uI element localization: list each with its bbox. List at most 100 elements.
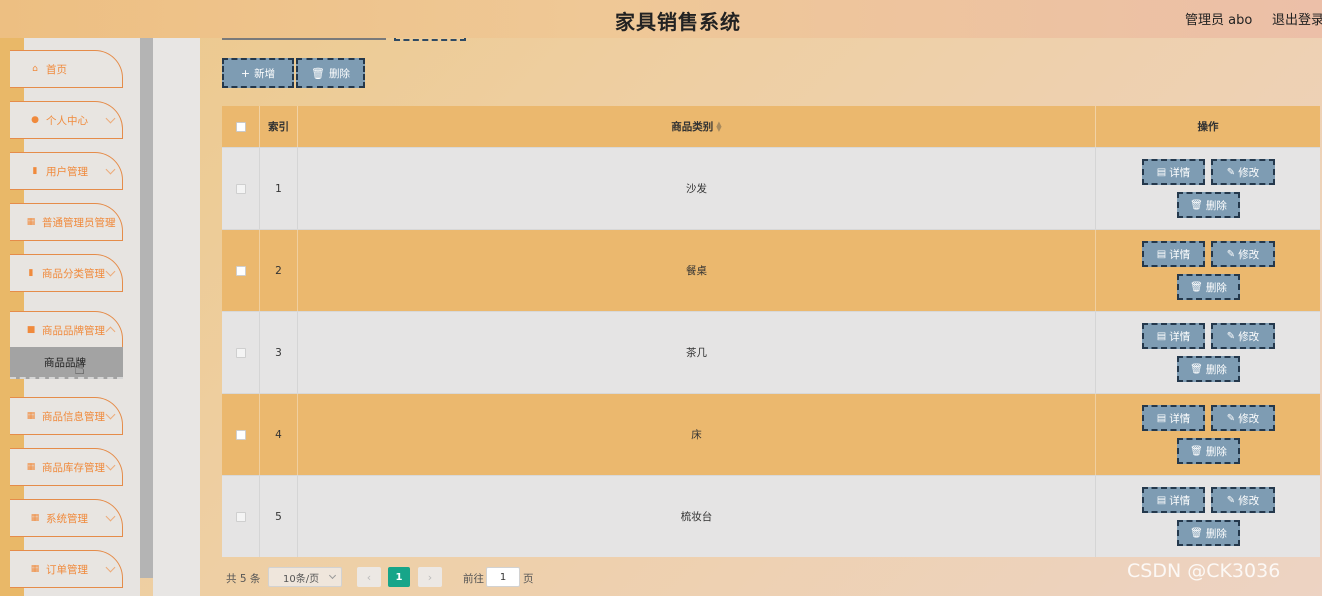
sidebar-item-category-management[interactable]: ▮ 商品分类管理 [10, 254, 123, 292]
select-all-cell [222, 106, 260, 147]
bulk-delete-button[interactable]: 🗑 删除 [296, 58, 365, 88]
row-actions: ▤ 详情 ✎ 修改 🗑 删除 [1096, 394, 1320, 475]
table-row: 2 餐桌 ▤ 详情 ✎ 修改 🗑 删除 [222, 229, 1320, 311]
pagination-total: 共 5 条 [226, 573, 261, 585]
sidebar-item-label: 系统管理 [46, 512, 88, 525]
sidebar-item-inventory[interactable]: ▦ 商品库存管理 [10, 448, 123, 486]
chevron-down-icon [105, 562, 116, 573]
grid-icon: ▦ [30, 564, 40, 574]
pencil-icon: ✎ [1226, 166, 1236, 178]
sidebar-subitem-brand[interactable]: 商品品牌 [10, 347, 123, 379]
current-user-label: 管理员 abo [1185, 13, 1253, 28]
detail-button[interactable]: ▤ 详情 [1142, 159, 1205, 185]
prev-page-button[interactable]: ‹ [357, 567, 381, 587]
detail-button-label: 详情 [1169, 248, 1191, 261]
row-actions: ▤ 详情 ✎ 修改 🗑 删除 [1096, 148, 1320, 229]
sidebar-item-orders[interactable]: ▦ 订单管理 [10, 550, 123, 588]
row-category: 床 [298, 394, 1096, 475]
row-checkbox[interactable] [235, 183, 246, 194]
edit-button-label: 修改 [1238, 248, 1260, 261]
table-row: 1 沙发 ▤ 详情 ✎ 修改 🗑 删除 [222, 147, 1320, 229]
row-checkbox[interactable] [235, 429, 246, 440]
search-button[interactable] [394, 38, 466, 41]
row-actions: ▤ 详情 ✎ 修改 🗑 删除 [1096, 312, 1320, 393]
grid-icon: ▦ [26, 411, 36, 421]
chevron-down-icon [105, 409, 116, 420]
delete-button[interactable]: 🗑 删除 [1177, 274, 1240, 300]
edit-button[interactable]: ✎ 修改 [1211, 241, 1275, 267]
delete-button[interactable]: 🗑 删除 [1177, 438, 1240, 464]
clipboard-icon: ▮ [28, 268, 34, 278]
document-icon: ▤ [1156, 166, 1167, 178]
edit-button-label: 修改 [1238, 412, 1260, 425]
select-all-checkbox[interactable] [235, 121, 246, 132]
delete-button[interactable]: 🗑 删除 [1177, 356, 1240, 382]
detail-button-label: 详情 [1169, 166, 1191, 179]
page-number-button[interactable]: 1 [388, 567, 410, 587]
row-checkbox[interactable] [235, 265, 246, 276]
bulk-delete-label: 删除 [328, 67, 350, 80]
row-category: 沙发 [298, 148, 1096, 229]
trash-icon: 🗑 [1190, 363, 1203, 375]
row-select-cell [222, 476, 260, 557]
hand-cursor-icon: ☝ [74, 358, 85, 379]
detail-button[interactable]: ▤ 详情 [1142, 241, 1205, 267]
chevron-down-icon [105, 164, 116, 175]
trash-icon: 🗑 [1190, 281, 1203, 293]
pencil-icon: ✎ [1226, 412, 1236, 424]
add-button-label: 新增 [254, 67, 276, 80]
add-button[interactable]: + 新增 [222, 58, 294, 88]
edit-button[interactable]: ✎ 修改 [1211, 405, 1275, 431]
goto-page-input[interactable] [486, 567, 520, 587]
row-select-cell [222, 312, 260, 393]
grid-icon: ▦ [26, 217, 36, 227]
sidebar-item-label: 个人中心 [46, 114, 88, 127]
sidebar-scrollbar[interactable] [140, 38, 153, 578]
category-table: 索引 商品类别 ▲ ▼ 操作 1 沙发 ▤ 详情 ✎ 修改 🗑 删除 2 餐桌 ▤ 详情 ✎ 修改 🗑 删除 3 茶… [222, 106, 1320, 558]
search-input-underline [222, 38, 386, 40]
row-index: 5 [260, 476, 298, 557]
delete-button[interactable]: 🗑 删除 [1177, 192, 1240, 218]
watermark: CSDN @CK3036 [1127, 560, 1281, 582]
pencil-icon: ✎ [1226, 494, 1236, 506]
sidebar-item-admin-management[interactable]: ▦ 普通管理员管理 [10, 203, 123, 241]
sidebar-item-label: 用户管理 [46, 165, 88, 178]
trash-icon: 🗑 [1190, 445, 1203, 457]
sidebar-item-user-management[interactable]: ▮ 用户管理 [10, 152, 123, 190]
delete-button-label: 删除 [1205, 527, 1227, 540]
page-size-select[interactable]: 10条/页 [268, 567, 342, 587]
table-row: 3 茶几 ▤ 详情 ✎ 修改 🗑 删除 [222, 311, 1320, 393]
trash-icon: 🗑 [1190, 527, 1203, 539]
pencil-icon: ✎ [1226, 330, 1236, 342]
trash-icon: 🗑 [311, 66, 325, 80]
detail-button[interactable]: ▤ 详情 [1142, 405, 1205, 431]
column-header-actions: 操作 [1197, 121, 1219, 133]
detail-button[interactable]: ▤ 详情 [1142, 487, 1205, 513]
row-index: 2 [260, 230, 298, 311]
detail-button[interactable]: ▤ 详情 [1142, 323, 1205, 349]
document-icon: ▤ [1156, 330, 1167, 342]
edit-button[interactable]: ✎ 修改 [1211, 159, 1275, 185]
delete-button-label: 删除 [1205, 445, 1227, 458]
row-checkbox[interactable] [235, 347, 246, 358]
row-index: 1 [260, 148, 298, 229]
sort-icon[interactable]: ▲ ▼ [716, 120, 721, 132]
sidebar-item-product-info[interactable]: ▦ 商品信息管理 [10, 397, 123, 435]
row-checkbox[interactable] [235, 511, 246, 522]
sidebar-item-home[interactable]: ⌂ 首页 [10, 50, 123, 88]
logout-link[interactable]: 退出登录 [1272, 9, 1322, 28]
column-header-category[interactable]: 商品类别 ▲ ▼ [298, 106, 1096, 147]
chevron-down-icon [328, 571, 337, 580]
edit-button[interactable]: ✎ 修改 [1211, 323, 1275, 349]
app-title: 家具销售系统 [615, 10, 741, 34]
edit-button[interactable]: ✎ 修改 [1211, 487, 1275, 513]
sidebar-item-personal-center[interactable]: ● 个人中心 [10, 101, 123, 139]
row-index: 3 [260, 312, 298, 393]
delete-button[interactable]: 🗑 删除 [1177, 520, 1240, 546]
sidebar-gutter [153, 38, 200, 596]
sidebar-item-brand-management[interactable]: ■ 商品品牌管理 [10, 311, 123, 349]
document-icon: ▤ [1156, 248, 1167, 260]
sidebar-item-system[interactable]: ▦ 系统管理 [10, 499, 123, 537]
user-icon: ● [31, 115, 39, 125]
next-page-button[interactable]: › [418, 567, 442, 587]
